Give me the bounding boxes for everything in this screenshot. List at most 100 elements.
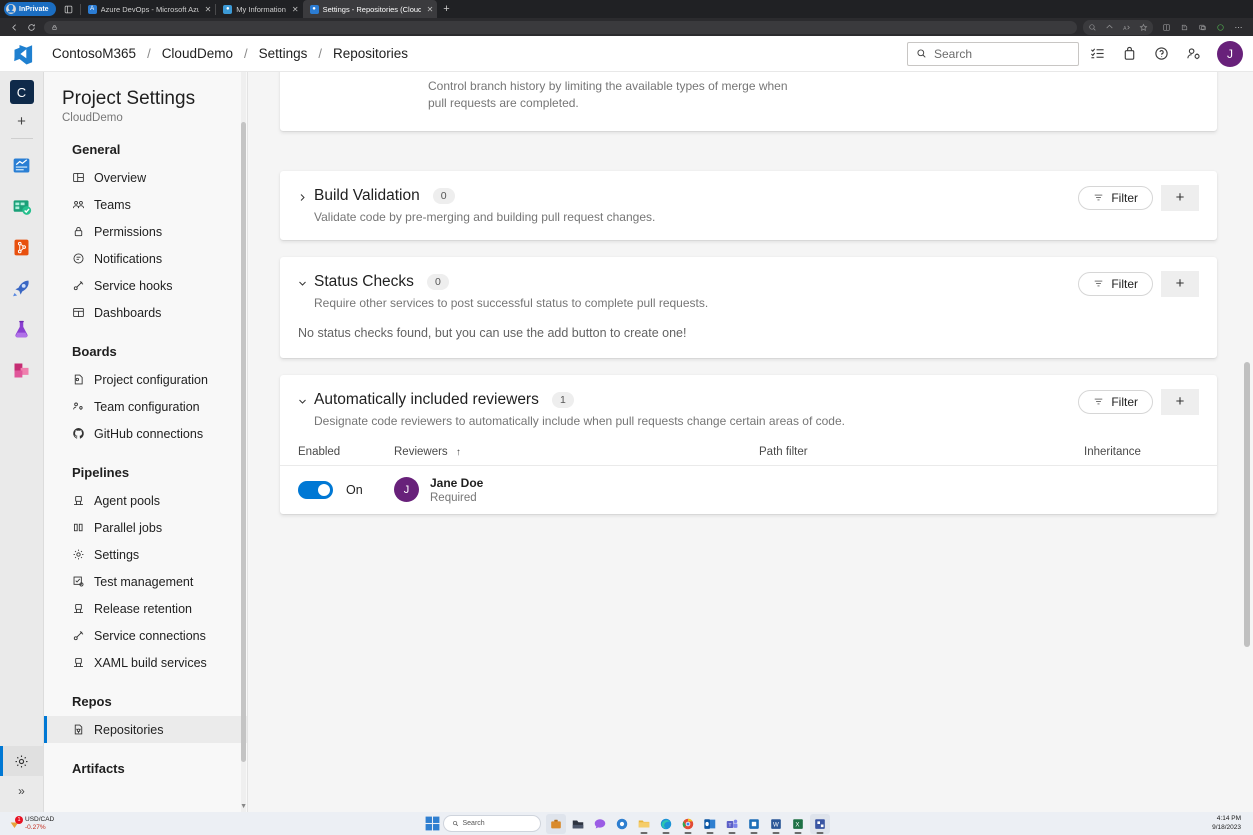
breadcrumb-org[interactable]: ContosoM365 bbox=[50, 46, 138, 61]
taskbar-search[interactable]: Search bbox=[443, 815, 541, 832]
favorite-star-icon[interactable] bbox=[1135, 20, 1152, 35]
back-arrow-icon[interactable] bbox=[6, 20, 23, 35]
tasks-icon[interactable] bbox=[1083, 40, 1111, 68]
sidebar-item-xaml-build-services[interactable]: XAML build services bbox=[44, 649, 247, 676]
browser-tab-3[interactable]: ● Settings - Repositories (CloudDe ✕ bbox=[303, 0, 438, 18]
rail-item-overview[interactable] bbox=[5, 148, 39, 182]
card-description: Require other services to post successfu… bbox=[314, 296, 1199, 310]
split-screen-icon[interactable] bbox=[1101, 20, 1118, 35]
breadcrumb-project[interactable]: CloudDemo bbox=[160, 46, 235, 61]
start-button[interactable] bbox=[424, 815, 441, 832]
sidebar-scrollbar-thumb[interactable] bbox=[241, 122, 246, 762]
reload-icon[interactable] bbox=[23, 20, 40, 35]
taskbar-file-explorer-dark-icon[interactable] bbox=[568, 814, 588, 834]
rail-item-test-plans[interactable] bbox=[5, 312, 39, 346]
svg-text:A: A bbox=[1123, 25, 1127, 31]
read-aloud-icon[interactable]: A bbox=[1118, 20, 1135, 35]
taskbar-teams-icon[interactable]: T bbox=[722, 814, 742, 834]
taskbar-word-icon[interactable]: W bbox=[766, 814, 786, 834]
filter-button[interactable]: Filter bbox=[1078, 272, 1153, 296]
sidebar-item-dashboards[interactable]: Dashboards bbox=[44, 299, 247, 326]
sidebar-item-test-management[interactable]: Test management bbox=[44, 568, 247, 595]
sidebar-item-team-configuration[interactable]: Team configuration bbox=[44, 393, 247, 420]
sidebar-item-teams[interactable]: Teams bbox=[44, 191, 247, 218]
expand-rail-button[interactable]: » bbox=[0, 776, 44, 806]
taskbar-store-icon[interactable] bbox=[744, 814, 764, 834]
chevron-right-icon[interactable] bbox=[298, 187, 314, 224]
column-header-inheritance: Inheritance bbox=[1084, 446, 1199, 458]
sidebar-item-parallel-jobs[interactable]: Parallel jobs bbox=[44, 514, 247, 541]
close-icon[interactable]: ✕ bbox=[205, 5, 212, 14]
chevron-down-icon[interactable] bbox=[298, 273, 314, 310]
main-scrollbar-thumb[interactable] bbox=[1244, 362, 1250, 647]
org-logo[interactable]: C bbox=[10, 80, 34, 104]
browser-tab-1[interactable]: A Azure DevOps - Microsoft Azure ✕ bbox=[81, 0, 216, 18]
filter-button[interactable]: Filter bbox=[1078, 390, 1153, 414]
taskbar-excel-icon[interactable]: X bbox=[788, 814, 808, 834]
zoom-icon[interactable] bbox=[1084, 20, 1101, 35]
user-avatar[interactable]: J bbox=[1217, 41, 1243, 67]
taskbar-clock[interactable]: 4:14 PM 9/18/2023 bbox=[1212, 815, 1249, 831]
table-row[interactable]: On J Jane Doe Required bbox=[280, 466, 1217, 514]
rail-item-pipelines[interactable] bbox=[5, 271, 39, 305]
user-settings-icon[interactable] bbox=[1179, 40, 1207, 68]
taskbar-briefcase-icon[interactable] bbox=[546, 814, 566, 834]
sidebar-item-project-configuration[interactable]: Project configuration bbox=[44, 366, 247, 393]
sidebar-item-release-retention[interactable]: Release retention bbox=[44, 595, 247, 622]
profile-icon[interactable] bbox=[1212, 20, 1229, 35]
enabled-toggle[interactable] bbox=[298, 481, 333, 499]
chevron-down-icon[interactable] bbox=[298, 391, 314, 428]
add-build-validation-button[interactable]: + bbox=[1161, 185, 1199, 211]
copilot-icon[interactable] bbox=[1194, 20, 1211, 35]
tab-search-icon[interactable] bbox=[62, 2, 76, 16]
agent-icon bbox=[72, 494, 85, 507]
add-reviewer-button[interactable]: + bbox=[1161, 389, 1199, 415]
project-settings-button[interactable] bbox=[0, 746, 44, 776]
taskbar-chrome-icon[interactable] bbox=[678, 814, 698, 834]
new-tab-button[interactable]: + bbox=[437, 4, 455, 15]
rail-item-artifacts[interactable] bbox=[5, 353, 39, 387]
taskbar-settings-icon[interactable] bbox=[612, 814, 632, 834]
marketplace-icon[interactable] bbox=[1115, 40, 1143, 68]
toolbar-right-icons: A ⋯ bbox=[1083, 20, 1247, 35]
sidebar-item-permissions[interactable]: Permissions bbox=[44, 218, 247, 245]
sidebar-item-github-connections[interactable]: GitHub connections bbox=[44, 420, 247, 447]
filter-label: Filter bbox=[1111, 191, 1138, 205]
add-status-check-button[interactable]: + bbox=[1161, 271, 1199, 297]
sidebar-item-agent-pools[interactable]: Agent pools bbox=[44, 487, 247, 514]
global-search[interactable] bbox=[907, 42, 1079, 66]
more-options-icon[interactable]: ⋯ bbox=[1230, 20, 1247, 35]
rail-item-repos[interactable] bbox=[5, 230, 39, 264]
sidebar-item-notifications[interactable]: Notifications bbox=[44, 245, 247, 272]
parallel-icon bbox=[72, 521, 85, 534]
browser-essentials-icon[interactable] bbox=[1176, 20, 1193, 35]
taskbar-outlook-icon[interactable] bbox=[700, 814, 720, 834]
close-icon[interactable]: ✕ bbox=[427, 5, 434, 14]
sidebar-item-repositories[interactable]: Repositories bbox=[44, 716, 247, 743]
browser-tab-2[interactable]: ● My Information ✕ bbox=[216, 0, 302, 18]
column-header-reviewers[interactable]: Reviewers ↑ bbox=[394, 446, 759, 458]
create-new-button[interactable]: + bbox=[17, 114, 26, 129]
azure-devops-logo-icon[interactable] bbox=[12, 42, 36, 66]
sidebar-item-overview[interactable]: Overview bbox=[44, 164, 247, 191]
help-icon[interactable] bbox=[1147, 40, 1175, 68]
sidebar-item-label: Notifications bbox=[94, 252, 162, 266]
chevron-down-icon[interactable]: ▼ bbox=[240, 803, 247, 810]
address-bar[interactable] bbox=[44, 21, 1077, 34]
sidebar-item-service-hooks[interactable]: Service hooks bbox=[44, 272, 247, 299]
search-input[interactable] bbox=[934, 47, 1070, 61]
filter-button[interactable]: Filter bbox=[1078, 186, 1153, 210]
stock-widget[interactable]: 1 USD/CAD -0.27% bbox=[4, 816, 54, 830]
breadcrumb-repositories[interactable]: Repositories bbox=[331, 46, 410, 61]
taskbar-chat-icon[interactable] bbox=[590, 814, 610, 834]
sidebar-item-service-connections[interactable]: Service connections bbox=[44, 622, 247, 649]
taskbar-folder-icon[interactable] bbox=[634, 814, 654, 834]
sidebar-item-pipelines-settings[interactable]: Settings bbox=[44, 541, 247, 568]
sidebar-item-label: Team configuration bbox=[94, 400, 200, 414]
breadcrumb-settings[interactable]: Settings bbox=[257, 46, 310, 61]
close-icon[interactable]: ✕ bbox=[292, 5, 299, 14]
collections-icon[interactable] bbox=[1158, 20, 1175, 35]
taskbar-visio-icon[interactable] bbox=[810, 814, 830, 834]
rail-item-boards[interactable] bbox=[5, 189, 39, 223]
taskbar-edge-icon[interactable] bbox=[656, 814, 676, 834]
